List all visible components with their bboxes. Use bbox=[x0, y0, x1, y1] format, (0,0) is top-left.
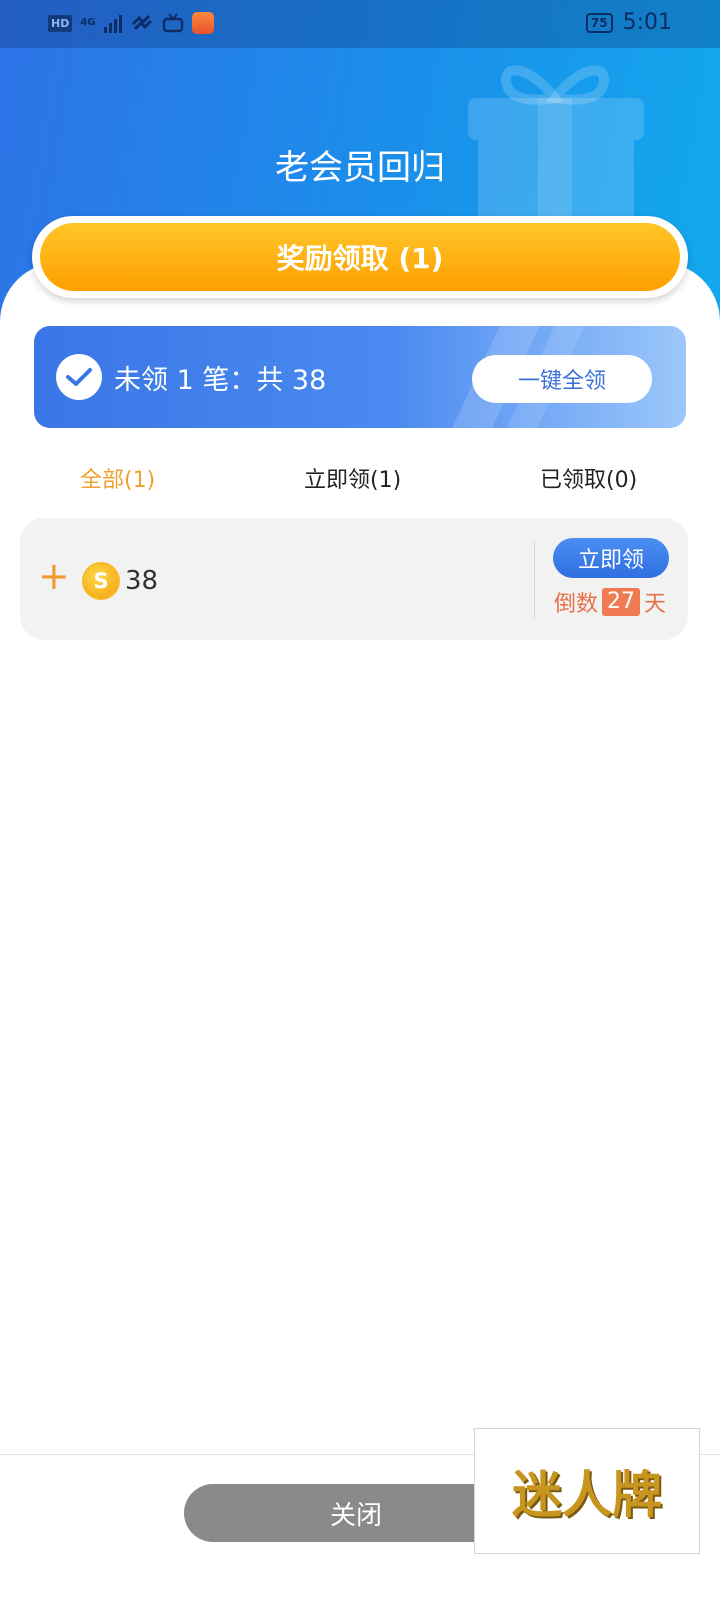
countdown-suffix: 天 bbox=[644, 592, 667, 617]
reward-amount: 38 bbox=[125, 566, 159, 596]
reward-item: + S 38 立即领 倒数 27 天 bbox=[20, 518, 688, 640]
tab-all[interactable]: 全部(1) bbox=[80, 462, 155, 494]
countdown: 倒数 27 天 bbox=[554, 586, 666, 618]
hd-indicator: HD bbox=[48, 14, 73, 32]
network-type: 4G bbox=[80, 17, 96, 28]
claim-rewards-wrapper: 奖励领取 (1) bbox=[32, 216, 688, 298]
watermark-logo: 迷人牌 bbox=[474, 1428, 700, 1554]
battery-icon: 75 bbox=[585, 12, 613, 33]
status-bar: HD 4G 75 5:01 bbox=[0, 0, 720, 48]
claim-all-button[interactable]: 一键全领 bbox=[472, 355, 652, 403]
app-notification-icon bbox=[191, 12, 214, 34]
claim-now-button[interactable]: 立即领 bbox=[553, 538, 669, 578]
page-title: 老会员回归 bbox=[275, 148, 445, 188]
link-icon bbox=[131, 14, 152, 31]
signal-icon bbox=[103, 13, 122, 33]
tab-claimed[interactable]: 已领取(0) bbox=[540, 462, 637, 494]
status-time: 5:01 bbox=[622, 10, 672, 35]
plus-icon: + bbox=[38, 554, 70, 598]
status-icons-right: 75 5:01 bbox=[585, 10, 672, 35]
countdown-days: 27 bbox=[602, 588, 641, 616]
tv-icon bbox=[162, 13, 183, 33]
coin-icon: S bbox=[82, 562, 120, 600]
tab-claim-now[interactable]: 立即领(1) bbox=[304, 462, 401, 494]
check-icon bbox=[56, 354, 102, 400]
status-icons-left: HD 4G bbox=[48, 12, 214, 34]
countdown-prefix: 倒数 bbox=[554, 592, 599, 617]
divider bbox=[534, 542, 535, 618]
unclaimed-summary: 未领 1 笔：共 38 bbox=[114, 365, 327, 396]
summary-card: 未领 1 笔：共 38 一键全领 bbox=[34, 326, 686, 428]
claim-rewards-button[interactable]: 奖励领取 (1) bbox=[40, 223, 680, 291]
